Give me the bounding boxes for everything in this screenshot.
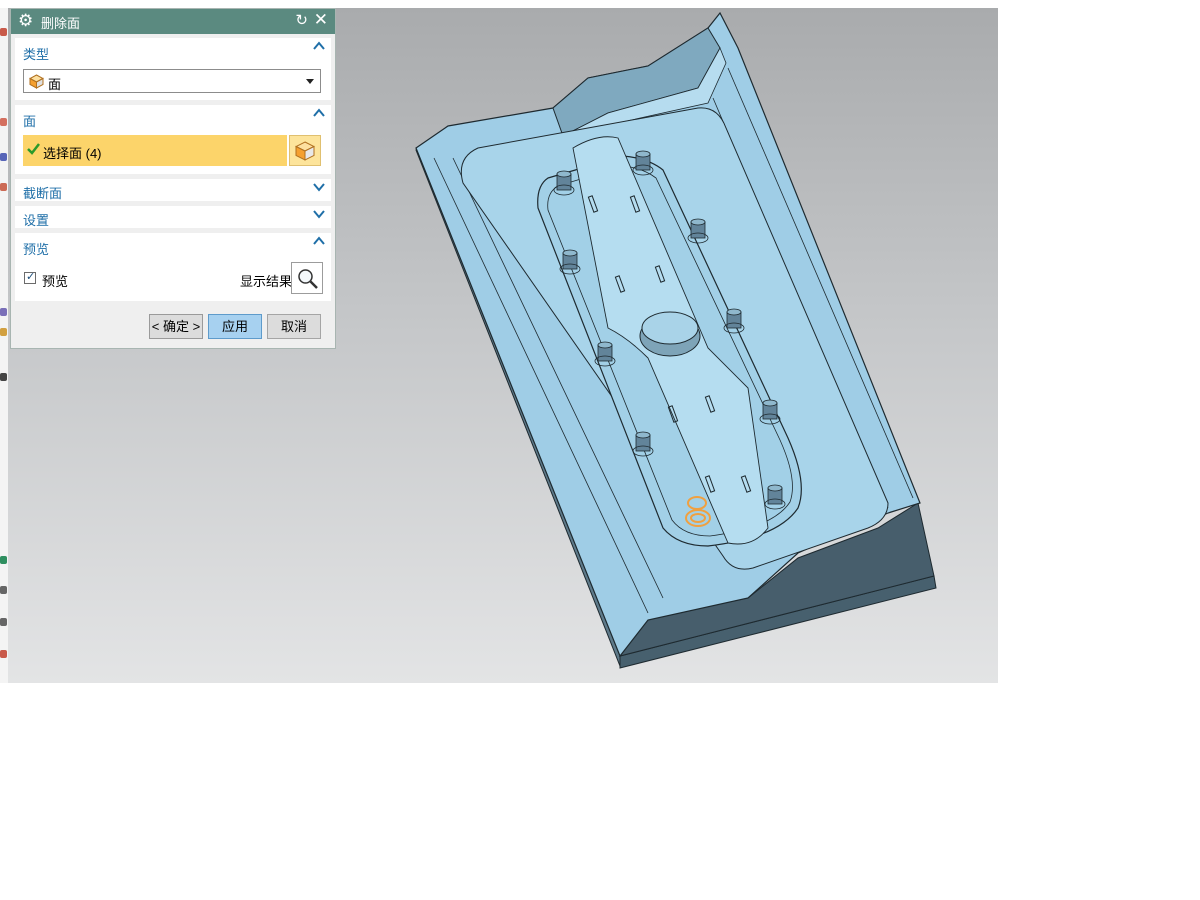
select-face-field[interactable]: 选择面 (4) [23,135,287,166]
chevron-down-icon [306,79,314,84]
cutface-group-label: 截断面 [23,186,63,201]
toolbar-icon[interactable] [0,28,7,36]
toolbar-icon[interactable] [0,328,7,336]
settings-group-label: 设置 [23,213,50,228]
apply-button[interactable]: 应用 [208,314,262,339]
settings-group[interactable]: 设置 [15,206,331,228]
show-result-button[interactable] [291,262,323,294]
face-cube-icon [28,74,45,92]
ok-button[interactable]: < 确定 > [149,314,203,339]
type-group-label: 类型 [23,47,50,62]
toolbar-icon[interactable] [0,308,7,316]
select-face-button[interactable] [289,135,321,166]
preview-group-label: 预览 [23,242,50,257]
preview-group: 预览 ✓ 预览 显示结果 [15,233,331,301]
toolbar-icon[interactable] [0,650,7,658]
close-icon[interactable]: ✕ [314,10,328,30]
dialog-titlebar: ⚙ 删除面 ↻ ✕ [11,9,335,34]
type-select[interactable]: 面 [23,69,321,93]
chevron-up-icon[interactable] [313,107,325,119]
show-result-label: 显示结果 [240,274,293,289]
chevron-up-icon[interactable] [313,235,325,247]
chevron-down-icon[interactable] [313,181,325,193]
delete-face-dialog: ⚙ 删除面 ↻ ✕ 类型 面 面 选择面 (4) 截断面 设置 预览 ✓ 预览 … [10,8,336,349]
toolbar-icon[interactable] [0,118,7,126]
model-boss-top [641,311,699,345]
reset-icon[interactable]: ↻ [295,11,308,29]
cancel-button[interactable]: 取消 [267,314,321,339]
chevron-up-icon[interactable] [313,40,325,52]
type-group: 类型 面 [15,38,331,100]
cutface-group[interactable]: 截断面 [15,179,331,201]
face-group-label: 面 [23,114,37,129]
type-select-value: 面 [48,77,62,92]
toolbar-icon[interactable] [0,586,7,594]
preview-checkbox[interactable]: ✓ [24,271,36,284]
dialog-title: 删除面 [41,16,81,31]
preview-checkbox-label: 预览 [42,274,69,289]
checkmark-icon [27,142,40,158]
magnifier-icon [298,269,318,289]
checkmark-icon: ✓ [26,271,36,283]
toolbar-icon[interactable] [0,373,7,381]
toolbar-icon[interactable] [0,618,7,626]
toolbar-icon[interactable] [0,183,7,191]
face-cube-icon [295,141,315,161]
gear-icon[interactable]: ⚙ [18,12,33,30]
chevron-down-icon[interactable] [313,208,325,220]
select-face-label: 选择面 (4) [43,146,102,161]
face-group: 面 选择面 (4) [15,105,331,174]
toolbar-icon[interactable] [0,556,7,564]
toolbar-icon[interactable] [0,153,7,161]
